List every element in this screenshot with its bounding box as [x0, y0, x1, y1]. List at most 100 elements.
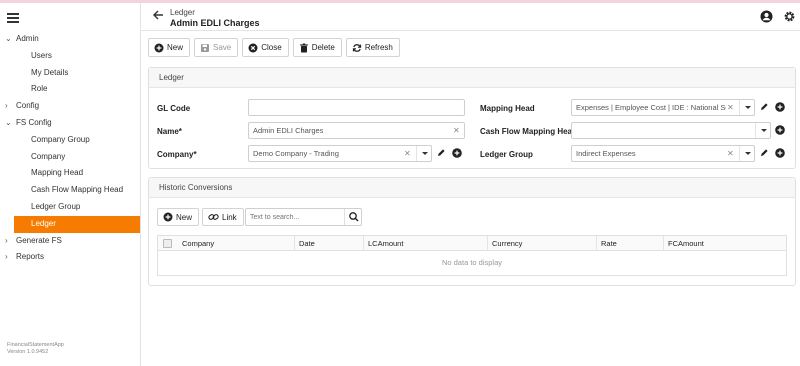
breadcrumb[interactable]: Ledger: [170, 8, 195, 17]
ledger-panel: Ledger GL Code Name* Admin EDLI Charges …: [148, 67, 796, 169]
add-circle-icon[interactable]: [773, 123, 787, 137]
search-input[interactable]: [246, 209, 343, 225]
new-button[interactable]: New: [148, 38, 191, 57]
edit-pencil-icon[interactable]: [757, 146, 771, 160]
chevron-right-icon: ›: [5, 101, 8, 111]
column-header-date[interactable]: Date: [294, 236, 315, 251]
add-circle-icon[interactable]: [773, 100, 787, 114]
sidebar-item-cash-flow-mapping-head[interactable]: Cash Flow Mapping Head: [0, 182, 140, 199]
search-icon[interactable]: [344, 209, 362, 225]
refresh-button[interactable]: Refresh: [345, 38, 400, 57]
sidebar-item-role[interactable]: Role: [0, 81, 140, 98]
empty-state-text: No data to display: [441, 258, 503, 267]
column-header-currency[interactable]: Currency: [487, 236, 522, 251]
link-button[interactable]: Link: [202, 208, 244, 226]
sidebar-item-config[interactable]: › Config: [0, 98, 140, 115]
sidebar-item-label: Admin: [16, 34, 39, 43]
sidebar-item-my-details[interactable]: My Details: [0, 65, 140, 82]
sidebar-item-generate-fs[interactable]: › Generate FS: [0, 233, 140, 250]
clear-icon[interactable]: ✕: [453, 123, 460, 139]
chevron-right-icon: ›: [5, 252, 8, 262]
new-button-label: New: [167, 43, 184, 52]
column-header-company[interactable]: Company: [178, 236, 214, 251]
plus-circle-icon: [163, 212, 173, 222]
column-header-rate[interactable]: Rate: [596, 236, 617, 251]
sidebar-item-company[interactable]: Company: [0, 149, 140, 166]
sidebar-item-label: Company Group: [31, 134, 90, 144]
sidebar-item-fs-config[interactable]: ⌄ FS Config: [0, 115, 140, 132]
trash-icon: [299, 43, 308, 52]
plus-circle-icon: [154, 43, 164, 52]
company-value: Demo Company - Trading: [253, 149, 339, 158]
account-circle-icon[interactable]: [760, 10, 773, 23]
clear-icon[interactable]: ✕: [727, 146, 734, 162]
cash-flow-mapping-head-select[interactable]: [571, 122, 771, 139]
sidebar-item-label: Users: [31, 50, 52, 60]
name-input[interactable]: Admin EDLI Charges ✕: [248, 122, 465, 139]
hamburger-menu-icon[interactable]: [7, 13, 19, 23]
sidebar: ⌄ Admin Users My Details Role › Config ⌄ FS…: [0, 3, 141, 366]
chevron-down-icon[interactable]: [755, 123, 771, 138]
chevron-right-icon: ›: [5, 235, 8, 245]
historic-conversions-grid: Company Date LCAmount Currency Rate FCAm…: [157, 235, 787, 276]
sidebar-item-company-group[interactable]: Company Group: [0, 132, 140, 149]
delete-button[interactable]: Delete: [292, 38, 342, 57]
sidebar-item-users[interactable]: Users: [0, 48, 140, 65]
clear-icon[interactable]: ✕: [727, 100, 734, 116]
close-circle-icon: [248, 43, 258, 52]
ledger-group-value: Indirect Expenses: [576, 149, 636, 158]
back-arrow-icon[interactable]: [152, 9, 164, 24]
clear-icon[interactable]: ✕: [404, 146, 411, 162]
toolbar: New Save Close Delete Refresh: [148, 38, 400, 58]
ledger-group-label: Ledger Group: [480, 150, 533, 159]
link-button-label: Link: [222, 212, 237, 222]
chevron-down-icon: ⌄: [5, 34, 12, 43]
app-version: Version 1.0.9452: [7, 349, 49, 355]
close-button-label: Close: [261, 43, 282, 52]
ledger-panel-title: Ledger: [149, 68, 795, 88]
sidebar-item-label: Company: [31, 151, 66, 161]
select-all-checkbox[interactable]: [163, 239, 172, 248]
sidebar-item-label: Generate FS: [16, 235, 62, 245]
link-icon: [208, 214, 219, 220]
chevron-down-icon[interactable]: [739, 146, 755, 161]
mapping-head-select[interactable]: Expenses | Employee Cost | IDE : Nationa…: [571, 99, 755, 116]
ledger-group-select[interactable]: Indirect Expenses ✕: [571, 145, 755, 162]
app-name: FinancialStatementApp: [7, 342, 64, 348]
header: Ledger Admin EDLI Charges: [141, 3, 800, 31]
name-label: Name*: [157, 127, 182, 136]
chevron-down-icon[interactable]: [739, 100, 755, 115]
save-button[interactable]: Save: [194, 38, 239, 57]
edit-pencil-icon[interactable]: [434, 146, 448, 160]
column-header-fcamount[interactable]: FCAmount: [663, 236, 704, 251]
add-circle-icon[interactable]: [773, 146, 787, 160]
gear-icon[interactable]: [783, 10, 796, 23]
sidebar-item-label: Reports: [16, 252, 45, 262]
cash-flow-mapping-head-label: Cash Flow Mapping Head: [480, 127, 577, 136]
edit-pencil-icon[interactable]: [757, 100, 771, 114]
sidebar-item-ledger[interactable]: Ledger: [14, 215, 140, 233]
sidebar-item-label: Mapping Head: [31, 168, 84, 178]
sidebar-item-mapping-head[interactable]: Mapping Head: [0, 165, 140, 182]
sidebar-item-ledger-group[interactable]: Ledger Group: [0, 199, 140, 216]
historic-conversions-title: Historic Conversions: [149, 178, 795, 198]
close-button[interactable]: Close: [242, 38, 289, 57]
refresh-icon: [352, 43, 361, 52]
sidebar-item-reports[interactable]: › Reports: [0, 249, 140, 266]
chevron-down-icon[interactable]: [416, 146, 432, 161]
sidebar-nav: ⌄ Admin Users My Details Role › Config ⌄ FS…: [0, 31, 140, 266]
company-select[interactable]: Demo Company - Trading ✕: [248, 145, 432, 162]
delete-button-label: Delete: [311, 43, 335, 52]
name-value: Admin EDLI Charges: [253, 126, 324, 135]
company-label: Company*: [157, 150, 197, 159]
grid-new-button[interactable]: New: [157, 208, 200, 226]
gl-code-label: GL Code: [157, 104, 191, 113]
sidebar-item-admin[interactable]: ⌄ Admin: [0, 31, 140, 48]
column-header-lcamount[interactable]: LCAmount: [363, 236, 403, 251]
grid-header-row: Company Date LCAmount Currency Rate FCAm…: [158, 236, 786, 251]
add-circle-icon[interactable]: [450, 146, 464, 160]
save-icon: [201, 43, 210, 52]
save-button-label: Save: [213, 43, 232, 52]
gl-code-input[interactable]: [248, 99, 465, 116]
sidebar-item-label: FS Config: [16, 117, 52, 127]
